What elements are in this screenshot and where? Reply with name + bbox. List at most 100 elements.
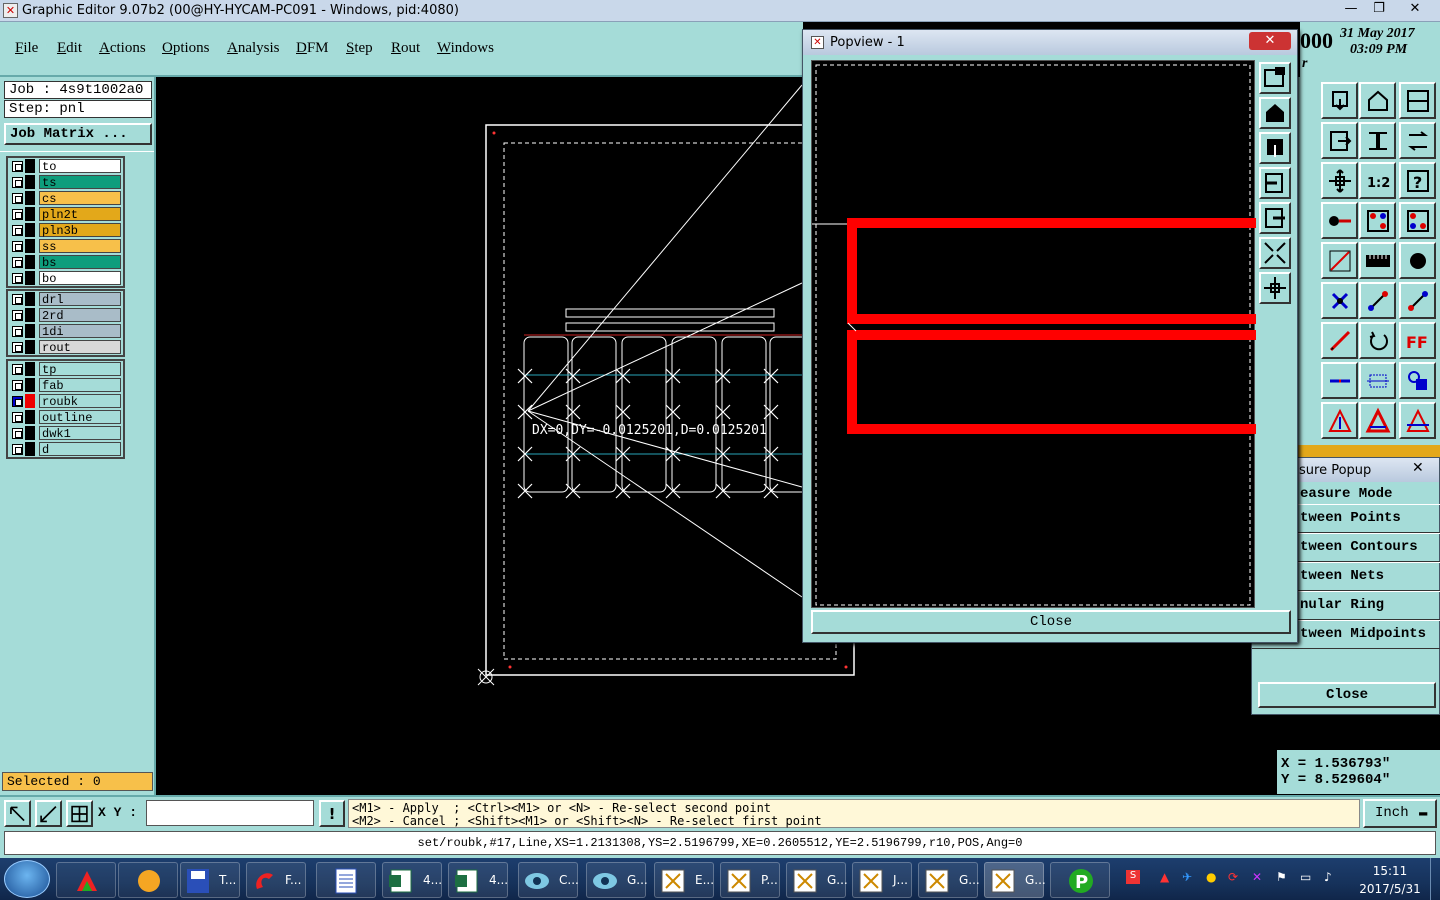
tray-icon-2[interactable]: ✈: [1182, 870, 1192, 884]
layer-row[interactable]: 1di: [8, 323, 123, 339]
minimize-button[interactable]: —: [1337, 0, 1365, 18]
xy-input[interactable]: [146, 800, 314, 826]
taskbar-item-4[interactable]: 4...: [382, 862, 442, 898]
window-close-button[interactable]: ✕: [1400, 0, 1430, 18]
layer-checkbox[interactable]: [12, 341, 23, 353]
taskbar-item-7[interactable]: G...: [586, 862, 648, 898]
taskbar-item-13[interactable]: G...: [984, 862, 1046, 898]
tool-button-5[interactable]: [1359, 122, 1396, 159]
layer-checkbox[interactable]: [12, 293, 23, 305]
network-icon[interactable]: ▭: [1300, 870, 1311, 884]
menu-analysis[interactable]: Analysis: [227, 40, 280, 57]
taskbar-item-5[interactable]: 4...: [448, 862, 508, 898]
tool-button-26[interactable]: [1359, 402, 1396, 439]
layer-row[interactable]: ss: [8, 238, 123, 254]
popview-canvas[interactable]: [811, 60, 1256, 608]
volume-icon[interactable]: ♪: [1324, 870, 1332, 884]
taskbar-item-3[interactable]: [316, 862, 376, 898]
job-matrix-button[interactable]: Job Matrix ...: [4, 123, 152, 145]
popview-tool-pan[interactable]: [1259, 272, 1291, 304]
tray-icon-4[interactable]: ⟳: [1228, 870, 1238, 884]
layer-checkbox[interactable]: [12, 309, 23, 321]
snap-tool-3[interactable]: [66, 800, 93, 827]
layer-row[interactable]: dwk1: [8, 425, 123, 441]
layer-row[interactable]: drl: [8, 291, 123, 307]
tool-button-19[interactable]: [1321, 322, 1358, 359]
tool-button-20[interactable]: [1359, 322, 1396, 359]
layer-row[interactable]: roubk: [8, 393, 123, 409]
clock-date[interactable]: 2017/5/31: [1352, 882, 1428, 896]
tool-button-12[interactable]: [1399, 202, 1436, 239]
layer-row[interactable]: pln3b: [8, 222, 123, 238]
layer-checkbox[interactable]: [12, 272, 23, 284]
taskbar-item-12[interactable]: G...: [918, 862, 980, 898]
taskbar-item-11[interactable]: J...: [852, 862, 912, 898]
show-desktop-button[interactable]: [1430, 858, 1440, 900]
popview-tool-fit[interactable]: [1259, 237, 1291, 269]
layer-checkbox[interactable]: [12, 427, 23, 439]
popview-tool-zoom-window[interactable]: [1259, 62, 1291, 94]
start-button[interactable]: [4, 860, 50, 898]
popview-tool-home[interactable]: [1259, 97, 1291, 129]
layer-checkbox[interactable]: [12, 395, 23, 407]
tool-button-1[interactable]: [1321, 82, 1358, 119]
measure-close-x[interactable]: ✕: [1412, 460, 1424, 476]
tool-button-15[interactable]: [1399, 242, 1436, 279]
tool-button-11[interactable]: [1359, 202, 1396, 239]
tool-button-18[interactable]: [1399, 282, 1436, 319]
tool-button-22[interactable]: [1321, 362, 1358, 399]
layer-row[interactable]: bs: [8, 254, 123, 270]
menu-windows[interactable]: Windows: [437, 40, 494, 57]
tray-icon-6[interactable]: ⚑: [1276, 870, 1287, 884]
snap-tool-2[interactable]: [35, 800, 62, 827]
layer-row[interactable]: 2rd: [8, 307, 123, 323]
layer-row[interactable]: outline: [8, 409, 123, 425]
tool-button-8[interactable]: 1:2: [1359, 162, 1396, 199]
menu-dfm[interactable]: DFM: [296, 40, 329, 57]
layer-checkbox[interactable]: [12, 363, 23, 375]
tray-icon-5[interactable]: ✕: [1252, 870, 1262, 884]
popview-tool-export[interactable]: [1259, 202, 1291, 234]
popview-close-x[interactable]: ✕: [1249, 32, 1291, 50]
menu-actions[interactable]: Actions: [99, 40, 146, 57]
taskbar-item-14[interactable]: P: [1050, 862, 1110, 898]
tool-button-10[interactable]: [1321, 202, 1358, 239]
tool-button-3[interactable]: [1399, 82, 1436, 119]
taskbar-item-1[interactable]: T...: [180, 862, 240, 898]
layer-checkbox[interactable]: [12, 443, 23, 455]
layer-row[interactable]: pln2t: [8, 206, 123, 222]
layer-checkbox[interactable]: [12, 325, 23, 337]
measure-close-button[interactable]: Close: [1258, 682, 1436, 708]
menu-edit[interactable]: Edit: [57, 40, 82, 57]
layer-checkbox[interactable]: [12, 160, 23, 172]
popview-close-button[interactable]: Close: [811, 610, 1291, 634]
menu-rout[interactable]: Rout: [391, 40, 420, 57]
units-dropdown[interactable]: Inch ▬: [1363, 799, 1437, 828]
tool-button-4[interactable]: [1321, 122, 1358, 159]
tool-button-6[interactable]: [1399, 122, 1436, 159]
tool-button-7[interactable]: [1321, 162, 1358, 199]
menu-options[interactable]: Options: [162, 40, 210, 57]
taskbar-pin-1[interactable]: [56, 862, 116, 898]
layer-checkbox[interactable]: [12, 224, 23, 236]
tray-icon-3[interactable]: ●: [1206, 870, 1216, 884]
taskbar-item-9[interactable]: P...: [720, 862, 780, 898]
tool-button-25[interactable]: [1321, 402, 1358, 439]
layer-row[interactable]: fab: [8, 377, 123, 393]
tool-button-17[interactable]: [1359, 282, 1396, 319]
tool-button-13[interactable]: [1321, 242, 1358, 279]
menu-step[interactable]: Step: [346, 40, 373, 57]
taskbar-item-2[interactable]: F...: [246, 862, 306, 898]
alert-button[interactable]: !: [319, 800, 345, 827]
tool-button-24[interactable]: [1399, 362, 1436, 399]
layer-checkbox[interactable]: [12, 192, 23, 204]
tool-button-9[interactable]: ?: [1399, 162, 1436, 199]
tray-s-icon[interactable]: S: [1126, 870, 1140, 884]
popview-tool-save[interactable]: [1259, 132, 1291, 164]
layer-row[interactable]: d: [8, 441, 123, 457]
tool-button-27[interactable]: [1399, 402, 1436, 439]
layer-row[interactable]: rout: [8, 339, 123, 355]
layer-checkbox[interactable]: [12, 240, 23, 252]
layer-row[interactable]: tp: [8, 361, 123, 377]
layer-checkbox[interactable]: [12, 411, 23, 423]
